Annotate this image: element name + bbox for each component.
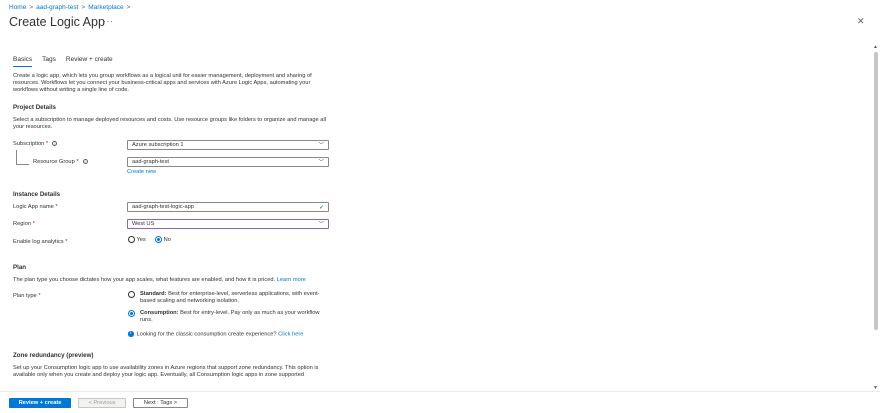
region-label: Region * (13, 221, 35, 227)
info-icon: i (128, 331, 134, 337)
plan-type-label-text: Plan type (13, 293, 37, 299)
plan-consumption-option[interactable] (128, 310, 135, 317)
logic-app-name-input[interactable]: aad-graph-test-logic-app ✓ (127, 202, 329, 212)
breadcrumb-separator: > (126, 4, 131, 11)
zone-redundancy-heading: Zone redundancy (preview) (13, 352, 94, 359)
log-no-label: No (163, 237, 171, 243)
info-icon[interactable]: i (82, 159, 88, 164)
required-mark: * (45, 141, 49, 147)
breadcrumb-marketplace[interactable]: Marketplace (88, 4, 123, 11)
breadcrumb-home[interactable]: Home (9, 4, 26, 11)
radio-yes[interactable] (128, 236, 135, 243)
info-icon[interactable]: i (52, 141, 58, 146)
standard-title: Standard: (140, 291, 167, 297)
subscription-label: Subscription * i (13, 141, 58, 147)
standard-desc: Best for enterprise-level, serverless ap… (140, 291, 320, 305)
consumption-title: Consumption: (140, 310, 179, 316)
plan-desc: The plan type you choose dictates how yo… (13, 277, 343, 284)
resource-group-value: aad-graph-test (132, 159, 169, 165)
radio-standard[interactable] (128, 291, 135, 298)
plan-desc-text: The plan type you choose dictates how yo… (13, 277, 276, 283)
log-analytics-no-option[interactable]: No (155, 236, 171, 243)
subscription-label-text: Subscription (13, 141, 45, 147)
resource-group-dropdown[interactable]: aad-graph-test ﹀ (127, 157, 329, 167)
region-value: West US (132, 221, 155, 227)
breadcrumb-separator: > (29, 4, 34, 11)
classic-text: Looking for the classic consumption crea… (136, 331, 277, 338)
tab-basics[interactable]: Basics (13, 56, 33, 67)
plan-standard-option[interactable] (128, 291, 135, 298)
more-options-icon[interactable]: ··· (103, 16, 114, 26)
breadcrumb-resource[interactable]: aad-graph-test (36, 4, 78, 11)
previous-button[interactable]: < Previous (78, 398, 126, 408)
intro-text: Create a logic app, which lets you group… (13, 73, 312, 94)
plan-type-label: Plan type * (13, 293, 41, 299)
tab-bar: Basics Tags Review + create (13, 56, 113, 67)
scrollbar[interactable]: ▲ ▼ (872, 44, 880, 391)
required-mark: * (76, 159, 79, 165)
chevron-down-icon: ﹀ (318, 143, 324, 149)
next-tags-button[interactable]: Next : Tags > (133, 398, 188, 408)
page-title: Create Logic App (9, 15, 105, 29)
scroll-up-icon[interactable]: ▲ (873, 44, 878, 50)
required-mark: * (65, 239, 68, 245)
subscription-dropdown[interactable]: Azure subscription 1 ﹀ (127, 140, 329, 150)
checkmark-icon: ✓ (318, 204, 324, 211)
create-new-link[interactable]: Create new (127, 169, 156, 175)
region-label-text: Region (13, 221, 32, 227)
click-here-link[interactable]: Click here (278, 331, 303, 337)
plan-standard-text: Standard: Best for enterprise-level, ser… (140, 291, 320, 305)
resource-group-label-text: Resource Group (33, 159, 75, 165)
tab-tags[interactable]: Tags (42, 56, 56, 67)
plan-heading: Plan (13, 264, 27, 271)
required-mark: * (38, 293, 41, 299)
resource-group-label: Resource Group * i (33, 159, 88, 165)
required-mark: * (55, 204, 58, 210)
close-icon[interactable]: ✕ (857, 16, 865, 27)
project-details-desc: Select a subscription to manage deployed… (13, 117, 326, 131)
tree-connector (16, 164, 29, 165)
radio-no[interactable] (155, 236, 162, 243)
logic-app-name-label: Logic App name * (13, 204, 58, 210)
zone-redundancy-desc: Set up your Consumption logic app to use… (13, 365, 319, 379)
required-mark: * (32, 221, 35, 227)
instance-details-heading: Instance Details (13, 191, 61, 198)
plan-consumption-text: Consumption: Best for entry-level. Pay o… (140, 310, 320, 324)
radio-consumption[interactable] (128, 310, 135, 317)
subscription-value: Azure subscription 1 (132, 142, 184, 148)
log-analytics-label: Enable log analytics * (13, 239, 67, 245)
review-create-button[interactable]: Review + create (9, 398, 71, 408)
classic-experience-note: i Looking for the classic consumption cre… (128, 331, 303, 338)
region-dropdown[interactable]: West US ﹀ (127, 219, 329, 229)
footer-bar: Review + create < Previous Next : Tags > (0, 391, 880, 413)
learn-more-link[interactable]: Learn more (277, 277, 306, 283)
logic-app-name-label-text: Logic App name (13, 204, 54, 210)
scrollbar-thumb[interactable] (874, 52, 878, 330)
chevron-down-icon: ﹀ (318, 160, 324, 166)
project-details-heading: Project Details (13, 104, 56, 111)
log-yes-label: Yes (136, 237, 146, 243)
chevron-down-icon: ﹀ (318, 222, 324, 228)
breadcrumb-separator: > (81, 4, 86, 11)
breadcrumb: Home > aad-graph-test > Marketplace > (9, 4, 133, 11)
tree-connector (16, 150, 17, 164)
logic-app-name-value: aad-graph-test-logic-app (132, 204, 194, 210)
tab-review-create[interactable]: Review + create (66, 56, 113, 67)
log-analytics-label-text: Enable log analytics (13, 239, 64, 245)
log-analytics-yes-option[interactable]: Yes (128, 236, 146, 243)
